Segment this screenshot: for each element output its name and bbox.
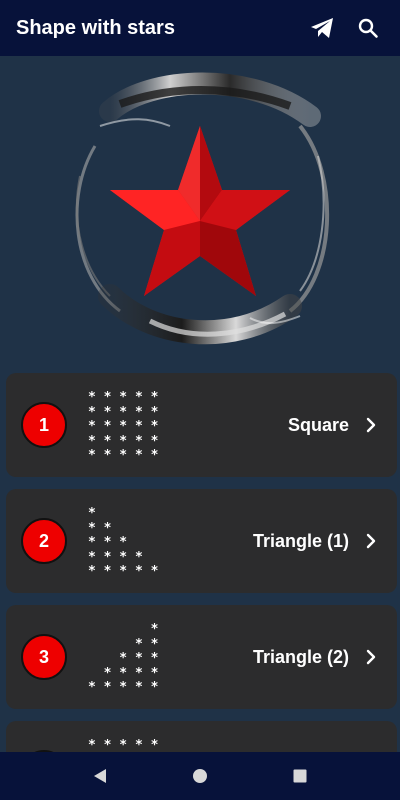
recents-button[interactable] bbox=[280, 756, 320, 796]
red-star-swirl-illustration bbox=[75, 72, 330, 345]
list-item-square[interactable]: 1 * * * * * * * * * * * * * * * * * * * … bbox=[6, 373, 397, 477]
item-label: Triangle (1) bbox=[252, 530, 349, 551]
chevron-right-icon bbox=[366, 649, 376, 665]
star-pattern: * * * * * * * * * * * * * * * * * * * * … bbox=[88, 390, 168, 464]
pattern-row: * * * * * bbox=[88, 564, 159, 580]
list-item-partial[interactable]: 4 * * * * * bbox=[6, 721, 397, 752]
back-button[interactable] bbox=[80, 756, 120, 796]
item-number-badge: 3 bbox=[21, 634, 67, 680]
item-number-badge: 1 bbox=[21, 402, 67, 448]
pattern-row: * * * * * bbox=[88, 390, 159, 405]
hero-image bbox=[0, 56, 400, 368]
pattern-row: * * * * * bbox=[88, 680, 159, 696]
telegram-button[interactable] bbox=[302, 8, 342, 48]
search-icon bbox=[358, 18, 378, 38]
pattern-row: * bbox=[88, 622, 159, 637]
chevron-right-icon bbox=[366, 533, 376, 549]
pattern-row: * * bbox=[88, 520, 112, 536]
pattern-row: * * * * * bbox=[88, 419, 159, 435]
home-button[interactable] bbox=[180, 756, 220, 796]
pattern-row: * * bbox=[88, 636, 159, 652]
chevron-right-icon bbox=[366, 417, 376, 433]
star-pattern: * * * * * bbox=[88, 738, 168, 752]
list-item-triangle-1[interactable]: 2 * * * * * * * * * * * * * * * Triangle… bbox=[6, 489, 397, 593]
system-navigation-bar bbox=[0, 752, 400, 800]
pattern-row: * * * bbox=[88, 651, 159, 667]
pattern-row: * * * * * bbox=[88, 448, 159, 464]
pattern-row: * * * * * bbox=[88, 433, 159, 449]
app-bar: Shape with stars bbox=[0, 0, 400, 56]
shape-list: 1 * * * * * * * * * * * * * * * * * * * … bbox=[0, 368, 400, 752]
pattern-row: * bbox=[88, 506, 96, 521]
pattern-row: * * * * bbox=[88, 665, 159, 681]
star-pattern: * * * * * * * * * * * * * * * bbox=[88, 506, 168, 580]
item-number-badge: 2 bbox=[21, 518, 67, 564]
recents-icon bbox=[293, 769, 307, 783]
star-pattern: * * * * * * * * * * * * * * * bbox=[88, 622, 168, 696]
item-label: Square bbox=[287, 414, 349, 435]
telegram-send-icon bbox=[311, 18, 333, 38]
pattern-row: * * * * * bbox=[88, 738, 159, 752]
pattern-row: * * * * * bbox=[88, 404, 159, 420]
list-item-triangle-2[interactable]: 3 * * * * * * * * * * * * * * * Triangle… bbox=[6, 605, 397, 709]
search-button[interactable] bbox=[348, 8, 388, 48]
pattern-row: * * * bbox=[88, 535, 128, 551]
item-label: Triangle (2) bbox=[252, 646, 349, 667]
home-icon bbox=[193, 769, 207, 783]
back-icon bbox=[94, 769, 106, 783]
app-title: Shape with stars bbox=[16, 16, 175, 39]
pattern-row: * * * * bbox=[88, 549, 143, 565]
